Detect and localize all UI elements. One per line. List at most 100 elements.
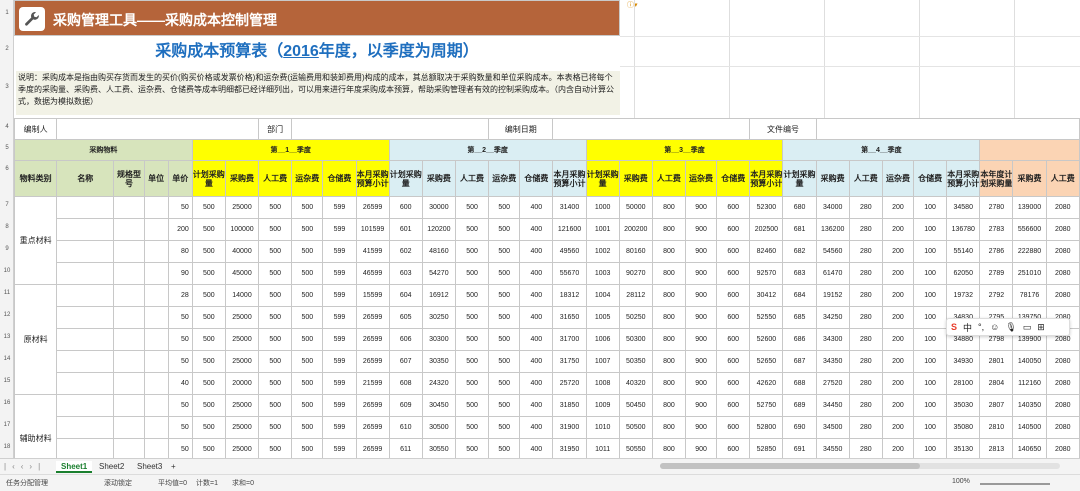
value-cell[interactable]: 687 — [782, 350, 817, 373]
value-cell[interactable]: 49560 — [552, 240, 587, 263]
value-cell[interactable]: 31900 — [552, 416, 587, 439]
value-cell[interactable]: 500 — [258, 416, 293, 439]
label-creator[interactable]: 编制人 — [14, 118, 58, 140]
value-cell[interactable]: 600 — [388, 196, 423, 219]
value-cell[interactable]: 500 — [454, 328, 490, 351]
price-cell[interactable]: 50 — [167, 416, 193, 439]
value-cell[interactable]: 609 — [388, 394, 423, 417]
emoji-icon[interactable]: ☺ — [990, 322, 999, 332]
col-header[interactable]: 运杂费 — [488, 160, 521, 197]
spec-cell[interactable] — [113, 284, 145, 307]
value-cell[interactable]: 61470 — [815, 262, 850, 285]
value-cell[interactable]: 500 — [258, 394, 293, 417]
warning-icon[interactable]: ⓘ▾ — [627, 0, 649, 9]
value-cell[interactable]: 684 — [782, 284, 817, 307]
value-cell[interactable]: 82460 — [749, 240, 784, 263]
value-cell[interactable]: 280 — [848, 218, 883, 241]
value-cell[interactable]: 50500 — [618, 416, 653, 439]
value-cell[interactable]: 200 — [881, 350, 915, 373]
spec-cell[interactable] — [113, 438, 145, 458]
value-cell[interactable]: 500 — [291, 218, 324, 241]
value-cell[interactable]: 400 — [519, 196, 554, 219]
value-cell[interactable]: 599 — [322, 284, 357, 307]
value-cell[interactable]: 280 — [848, 416, 883, 439]
value-cell[interactable]: 800 — [651, 306, 686, 329]
value-cell[interactable]: 603 — [388, 262, 423, 285]
shirt-icon[interactable]: ⊞ — [1037, 322, 1045, 333]
value-cell[interactable]: 800 — [651, 438, 686, 458]
value-cell[interactable]: 500 — [488, 196, 521, 219]
value-cell[interactable]: 685 — [782, 306, 817, 329]
year-cell[interactable]: 251010 — [1012, 262, 1047, 285]
value-cell[interactable]: 900 — [684, 350, 718, 373]
value-cell[interactable]: 280 — [848, 262, 883, 285]
value-cell[interactable]: 604 — [388, 284, 423, 307]
value-cell[interactable]: 26599 — [355, 350, 390, 373]
value-cell[interactable]: 52300 — [749, 196, 784, 219]
unit-cell[interactable] — [143, 350, 169, 373]
price-cell[interactable]: 50 — [167, 350, 193, 373]
value-cell[interactable]: 30300 — [421, 328, 456, 351]
header-q2[interactable]: 第__2__季度 — [388, 139, 587, 161]
name-cell[interactable] — [56, 306, 115, 329]
row-number[interactable]: 7 — [0, 202, 14, 208]
value-cell[interactable]: 31650 — [552, 306, 587, 329]
row-number[interactable]: 16 — [0, 400, 14, 406]
value-cell[interactable]: 280 — [848, 328, 883, 351]
name-cell[interactable] — [56, 262, 115, 285]
value-cell[interactable]: 202500 — [749, 218, 784, 241]
value-cell[interactable]: 21599 — [355, 372, 390, 395]
unit-cell[interactable] — [143, 438, 169, 458]
value-cell[interactable]: 52750 — [749, 394, 784, 417]
unit-cell[interactable] — [143, 196, 169, 219]
price-cell[interactable]: 50 — [167, 438, 193, 458]
spec-cell[interactable] — [113, 350, 145, 373]
value-cell[interactable]: 46599 — [355, 262, 390, 285]
value-cell[interactable]: 400 — [519, 394, 554, 417]
value-cell[interactable]: 200 — [881, 284, 915, 307]
value-cell[interactable]: 800 — [651, 218, 686, 241]
mic-icon[interactable]: 🎙 — [1005, 322, 1016, 333]
value-cell[interactable]: 400 — [519, 284, 554, 307]
value-cell[interactable]: 52550 — [749, 306, 784, 329]
value-cell[interactable]: 54560 — [815, 240, 850, 263]
value-cell[interactable]: 500 — [191, 416, 226, 439]
value-cell[interactable]: 40320 — [618, 372, 653, 395]
row-number[interactable]: 3 — [0, 84, 14, 90]
price-cell[interactable]: 50 — [167, 328, 193, 351]
value-cell[interactable]: 50300 — [618, 328, 653, 351]
value-cell[interactable]: 800 — [651, 328, 686, 351]
value-cell[interactable]: 500 — [258, 262, 293, 285]
value-cell[interactable]: 606 — [388, 328, 423, 351]
price-cell[interactable]: 80 — [167, 240, 193, 263]
unit-cell[interactable] — [143, 284, 169, 307]
price-cell[interactable]: 90 — [167, 262, 193, 285]
price-cell[interactable]: 200 — [167, 218, 193, 241]
value-cell[interactable]: 400 — [519, 350, 554, 373]
value-cell[interactable]: 686 — [782, 328, 817, 351]
value-cell[interactable]: 31700 — [552, 328, 587, 351]
value-cell[interactable]: 500 — [488, 372, 521, 395]
value-cell[interactable]: 500 — [488, 306, 521, 329]
value-cell[interactable]: 900 — [684, 416, 718, 439]
year-cell[interactable]: 2813 — [979, 438, 1014, 458]
value-cell[interactable]: 800 — [651, 284, 686, 307]
value-cell[interactable]: 100 — [913, 196, 948, 219]
value-cell[interactable]: 608 — [388, 372, 423, 395]
value-cell[interactable]: 500 — [291, 328, 324, 351]
value-cell[interactable]: 1007 — [585, 350, 620, 373]
name-cell[interactable] — [56, 394, 115, 417]
value-cell[interactable]: 280 — [848, 284, 883, 307]
value-cell[interactable]: 500 — [191, 196, 226, 219]
sheet-area[interactable]: 采购管理工具——采购成本控制管理 ⓘ▾ 采购成本预算表（2016年度，以季度为周… — [14, 0, 1080, 458]
value-cell[interactable]: 400 — [519, 372, 554, 395]
value-cell[interactable]: 500 — [291, 196, 324, 219]
col-header[interactable]: 仓储费 — [913, 160, 948, 197]
value-cell[interactable]: 500 — [488, 394, 521, 417]
header-q4[interactable]: 第__4__季度 — [782, 139, 981, 161]
year-cell[interactable]: 2080 — [1045, 350, 1080, 373]
col-header[interactable]: 计划采购量 — [782, 160, 817, 197]
value-cell[interactable]: 500 — [191, 240, 226, 263]
value-cell[interactable]: 900 — [684, 394, 718, 417]
keyboard-icon[interactable]: ▭ — [1023, 322, 1032, 333]
